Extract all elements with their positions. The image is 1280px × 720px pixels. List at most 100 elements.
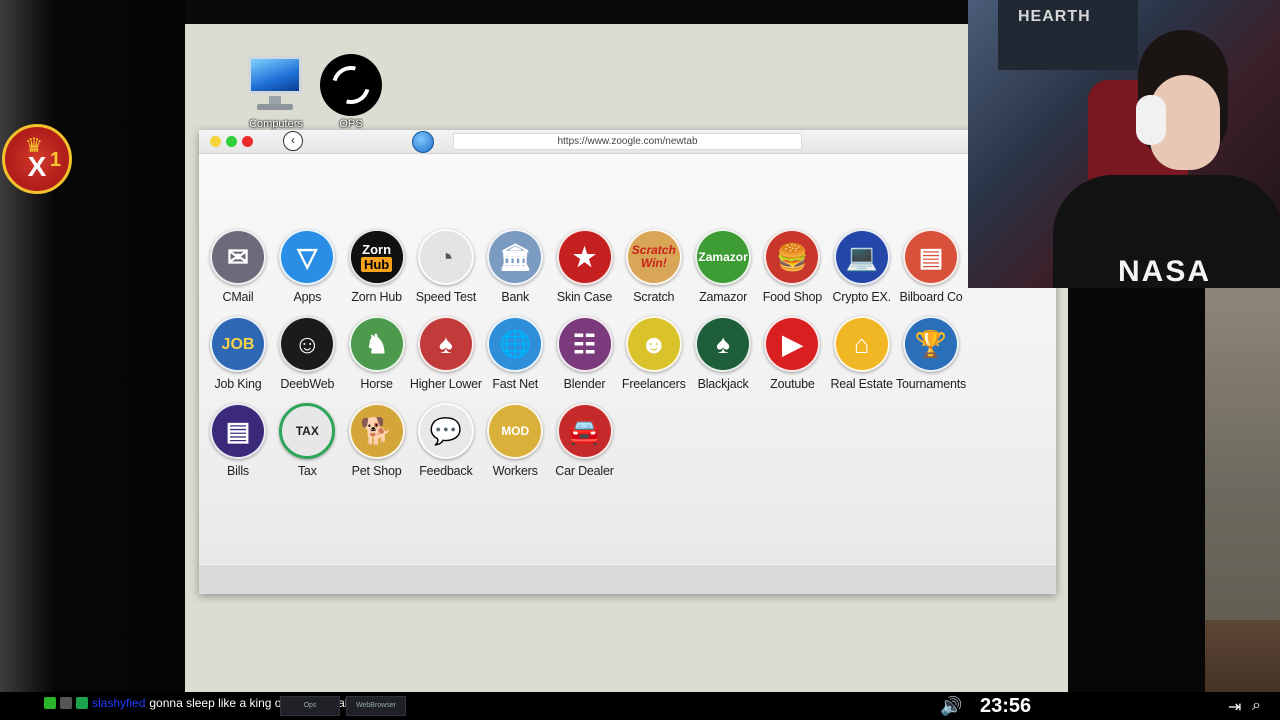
app-horse[interactable]: ♞ Horse — [341, 316, 413, 391]
car-icon: 🚘 — [556, 403, 613, 459]
tax-icon: TAX — [279, 403, 336, 459]
house-icon: ⌂ — [833, 316, 890, 372]
app-scratch[interactable]: Scratch Win! Scratch — [618, 229, 690, 304]
cards-icon: ♠ — [417, 316, 474, 372]
app-zamazor[interactable]: Zamazor Zamazor — [687, 229, 759, 304]
app-job-king[interactable]: JOB Job King — [202, 316, 274, 391]
headset — [1136, 95, 1166, 145]
app-blender[interactable]: ☷ Blender — [549, 316, 621, 391]
app-tax[interactable]: TAX Tax — [271, 403, 343, 478]
app-label: Zorn Hub — [351, 290, 402, 304]
badge-count: 1 — [49, 149, 61, 171]
app-label: Tournaments — [895, 377, 967, 391]
globe-icon[interactable] — [412, 131, 434, 153]
speedometer-icon: ◔ — [417, 229, 474, 285]
app-label: Blender — [563, 377, 606, 391]
app-label: Real Estate — [830, 377, 893, 391]
app-label: Tax — [297, 464, 317, 478]
app-bilboard-co[interactable]: ▤ Bilboard Co — [895, 229, 967, 304]
desktop-icon-computers[interactable]: Computers — [245, 54, 307, 130]
job-icon: JOB — [210, 316, 266, 372]
mask-icon: ☺ — [279, 316, 336, 372]
app-blackjack[interactable]: ♠ Blackjack — [687, 316, 759, 391]
app-bank[interactable]: 🏛 Bank — [479, 229, 551, 304]
app-label: Car Dealer — [555, 464, 614, 478]
exit-icon[interactable]: ⇥ — [1228, 697, 1241, 717]
app-higher-lower[interactable]: ♠ Higher Lower — [410, 316, 482, 391]
app-label: Apps — [293, 290, 322, 304]
app-label: Bank — [501, 290, 530, 304]
crypto-icon: 💻 — [833, 229, 890, 285]
maximize-button[interactable] — [226, 136, 237, 147]
app-label: Horse — [360, 377, 393, 391]
app-cmail[interactable]: ✉ CMail — [202, 229, 274, 304]
app-label: Food Shop — [762, 290, 823, 304]
browser-titlebar: ‹ https://www.zoogle.com/newtab — [199, 130, 1056, 154]
speaker-icon[interactable]: 🔊 — [940, 696, 962, 717]
clock: 23:56 — [980, 695, 1032, 717]
back-button[interactable]: ‹ — [283, 131, 303, 151]
app-car-dealer[interactable]: 🚘 Car Dealer — [549, 403, 621, 478]
app-label: Skin Case — [556, 290, 613, 304]
app-label: Job King — [214, 377, 262, 391]
minimize-button[interactable] — [210, 136, 221, 147]
app-label: Zoutube — [770, 377, 815, 391]
app-tournaments[interactable]: 🏆 Tournaments — [895, 316, 967, 391]
gift-badge-icon — [76, 697, 88, 709]
taskbar: slashyfied gonna sleep like a king on th… — [0, 692, 1280, 720]
billboard-icon: ▤ — [903, 229, 959, 285]
knife-icon: ★ — [556, 229, 613, 285]
check-badge-icon — [44, 697, 56, 709]
search-icon[interactable]: ⌕ — [1252, 697, 1261, 715]
sword-badge-icon — [60, 697, 72, 709]
app-freelancers[interactable]: ☻ Freelancers — [618, 316, 690, 391]
webcam-overlay: HEARTH NASA — [968, 0, 1280, 288]
room-shadow — [1068, 288, 1208, 720]
freelancer-icon: ☻ — [625, 316, 682, 372]
app-crypto-ex[interactable]: 💻 Crypto EX. — [826, 229, 898, 304]
feedback-icon: 💬 — [417, 403, 474, 459]
king-badge: ♛ X 1 — [2, 124, 72, 194]
app-bills[interactable]: ▤ Bills — [202, 403, 274, 478]
app-label: Pet Shop — [351, 464, 402, 478]
app-label: Zamazor — [699, 290, 748, 304]
app-label: Scratch — [633, 290, 675, 304]
app-label: DeebWeb — [280, 377, 335, 391]
app-label: Blackjack — [697, 377, 749, 391]
zamazor-icon: Zamazor — [695, 229, 752, 285]
app-label: Bills — [227, 464, 249, 478]
app-deebweb[interactable]: ☺ DeebWeb — [271, 316, 343, 391]
app-workers[interactable]: MOD Workers — [479, 403, 551, 478]
desktop-icon-ops[interactable]: OPS — [320, 54, 382, 130]
app-skin-case[interactable]: ★ Skin Case — [549, 229, 621, 304]
app-zorn-hub[interactable]: Zorn Hub Zorn Hub — [341, 229, 413, 304]
app-pet-shop[interactable]: 🐕 Pet Shop — [341, 403, 413, 478]
computer-icon — [245, 54, 307, 116]
app-speed-test[interactable]: ◔ Speed Test — [410, 229, 482, 304]
app-food-shop[interactable]: 🍔 Food Shop — [756, 229, 828, 304]
horse-icon: ♞ — [348, 316, 405, 372]
address-bar[interactable]: https://www.zoogle.com/newtab — [453, 133, 802, 150]
scratch-icon: Scratch Win! — [625, 229, 682, 285]
app-apps[interactable]: ▽ Apps — [271, 229, 343, 304]
new-tab-page: ✉ CMail ▽ Apps Zorn Hub Zorn Hub ◔ Speed Test 🏛 Ba… — [199, 154, 1056, 566]
app-label: Crypto EX. — [832, 290, 891, 304]
app-label: Speed Test — [415, 290, 477, 304]
app-label: Bilboard Co — [899, 290, 963, 304]
blackjack-icon: ♠ — [695, 316, 752, 372]
app-zoutube[interactable]: ▶ Zoutube — [756, 316, 828, 391]
app-label: Higher Lower — [409, 377, 482, 391]
close-button[interactable] — [242, 136, 253, 147]
taskbar-webbrowser[interactable]: WebBrowser — [346, 696, 406, 716]
desktop-icon-label: Computers — [249, 118, 303, 130]
app-real-estate[interactable]: ⌂ Real Estate — [826, 316, 898, 391]
zorn-hub-icon: Zorn Hub — [348, 229, 405, 285]
browser-footer — [199, 566, 1056, 594]
poster-text: HEARTH — [1018, 8, 1091, 25]
app-fast-net[interactable]: 🌐 Fast Net — [479, 316, 551, 391]
taskbar-ops[interactable]: Ops — [280, 696, 340, 716]
app-feedback[interactable]: 💬 Feedback — [410, 403, 482, 478]
ops-icon — [320, 54, 382, 116]
room-left-wall — [0, 0, 185, 720]
bank-icon: 🏛 — [487, 229, 544, 285]
